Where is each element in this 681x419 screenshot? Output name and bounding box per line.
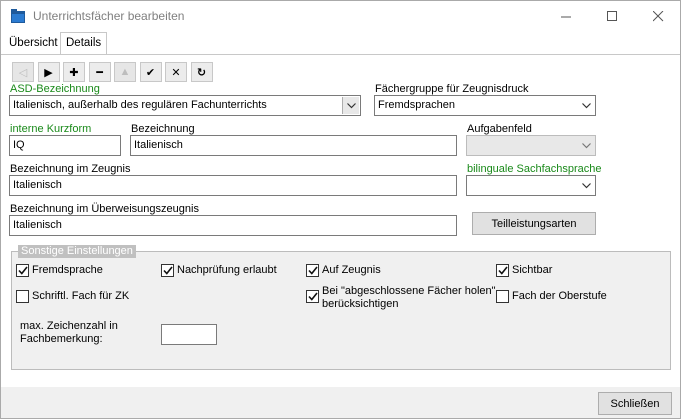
short-input[interactable]: IQ	[9, 135, 121, 156]
checkbox-box[interactable]	[306, 290, 319, 303]
first-icon: ◁	[18, 66, 28, 79]
first-button[interactable]: ◁	[12, 62, 34, 82]
group-label: Fächergruppe für Zeugnisdruck	[375, 83, 529, 95]
report-label: Bezeichnung im Zeugnis	[10, 163, 131, 175]
settings-caption: Sonstige Einstellungen	[18, 245, 136, 258]
checkbox-foreign-language[interactable]: Fremdsprache	[16, 264, 103, 277]
checkbox-label: Fremdsprache	[32, 264, 103, 276]
title-bar[interactable]: Unterrichtsfächer bearbeiten	[1, 1, 680, 32]
checkbox-label: Nachprüfung erlaubt	[177, 264, 277, 276]
dialog-window: Unterrichtsfächer bearbeiten Übersicht D…	[0, 0, 681, 419]
minimize-button[interactable]	[543, 1, 589, 32]
add-icon: ✚	[69, 66, 79, 79]
name-label: Bezeichnung	[131, 123, 195, 135]
window-title: Unterrichtsfächer bearbeiten	[33, 9, 185, 23]
details-panel: ◁ ▶ ✚ ━ ▲ ✔ ✕ ↻ ASD-Bezeichnung Italienisch, au…	[1, 54, 680, 387]
checkbox-label: Fach der Oberstufe	[512, 290, 607, 302]
next-icon: ▶	[44, 66, 53, 79]
app-icon	[11, 9, 25, 23]
tab-overview[interactable]: Übersicht	[4, 34, 63, 54]
chevron-down-icon[interactable]	[577, 96, 595, 115]
checkbox-upper-level[interactable]: Fach der Oberstufe	[496, 290, 607, 303]
tab-strip: Übersicht Details	[1, 32, 680, 55]
maxchars-label: max. Zeichenzahl in Fachbemerkung:	[20, 320, 118, 345]
name-input[interactable]: Italienisch	[130, 135, 457, 156]
add-button[interactable]: ✚	[63, 62, 85, 82]
maxchars-input[interactable]	[161, 324, 217, 345]
checkbox-completed-subjects[interactable]: Bei "abgeschlossene Fächer holen" berück…	[306, 285, 496, 311]
partial-performance-button[interactable]: Teilleistungsarten	[472, 212, 596, 235]
transfer-label: Bezeichnung im Überweisungszeugnis	[10, 203, 199, 215]
check-icon: ✔	[145, 66, 156, 79]
checkmark-icon	[162, 266, 173, 275]
checkmark-icon	[307, 292, 318, 301]
checkbox-box[interactable]	[496, 264, 509, 277]
button-bar: Schließen	[1, 387, 680, 418]
chevron-down-icon[interactable]	[342, 97, 359, 114]
refresh-button[interactable]: ↻	[190, 62, 213, 82]
checkbox-label: Auf Zeugnis	[322, 264, 381, 276]
checkbox-label: Bei "abgeschlossene Fächer holen" berück…	[322, 285, 496, 310]
checkbox-written-subject[interactable]: Schriftl. Fach für ZK	[16, 290, 129, 303]
checkbox-box[interactable]	[496, 290, 509, 303]
checkbox-on-report[interactable]: Auf Zeugnis	[306, 264, 381, 277]
checkbox-label: Schriftl. Fach für ZK	[32, 290, 130, 302]
checkbox-box[interactable]	[306, 264, 319, 277]
checkbox-box[interactable]	[161, 264, 174, 277]
transfer-input[interactable]: Italienisch	[9, 215, 457, 236]
checkmark-icon	[497, 266, 508, 275]
task-select[interactable]	[466, 135, 596, 156]
maximize-button[interactable]	[589, 1, 635, 32]
cancel-button[interactable]: ✕	[165, 62, 187, 82]
tab-details[interactable]: Details	[60, 32, 107, 55]
bilingual-select[interactable]	[466, 175, 596, 196]
group-value: Fremdsprachen	[378, 99, 456, 111]
close-icon	[652, 11, 663, 22]
checkbox-label: Sichtbar	[512, 264, 553, 276]
checkmark-icon	[307, 266, 318, 275]
close-button[interactable]: Schließen	[598, 392, 672, 415]
asd-select[interactable]: Italienisch, außerhalb des regulären Fac…	[9, 95, 361, 116]
chevron-down-icon[interactable]	[577, 136, 595, 155]
checkbox-reexam-allowed[interactable]: Nachprüfung erlaubt	[161, 264, 277, 277]
close-window-button[interactable]	[635, 1, 681, 32]
checkbox-box[interactable]	[16, 290, 29, 303]
refresh-icon: ↻	[196, 66, 207, 79]
warning-icon: ▲	[119, 66, 131, 78]
minimize-icon	[560, 16, 571, 18]
check-button[interactable]: ✔	[139, 62, 162, 82]
checkmark-icon	[17, 266, 28, 275]
cancel-icon: ✕	[171, 66, 181, 79]
bilingual-label: bilinguale Sachfachsprache	[467, 163, 602, 175]
maximize-icon	[606, 11, 617, 21]
next-button[interactable]: ▶	[37, 62, 60, 82]
checkbox-box[interactable]	[16, 264, 29, 277]
remove-icon: ━	[96, 66, 103, 79]
asd-label: ASD-Bezeichnung	[10, 83, 100, 95]
chevron-down-icon[interactable]	[577, 176, 595, 195]
task-label: Aufgabenfeld	[467, 123, 532, 135]
remove-button[interactable]: ━	[88, 62, 111, 82]
warning-button[interactable]: ▲	[114, 62, 136, 82]
asd-value: Italienisch, außerhalb des regulären Fac…	[13, 99, 267, 111]
checkbox-visible[interactable]: Sichtbar	[496, 264, 552, 277]
report-input[interactable]: Italienisch	[9, 175, 457, 196]
short-label: interne Kurzform	[10, 123, 92, 135]
group-select[interactable]: Fremdsprachen	[374, 95, 596, 116]
